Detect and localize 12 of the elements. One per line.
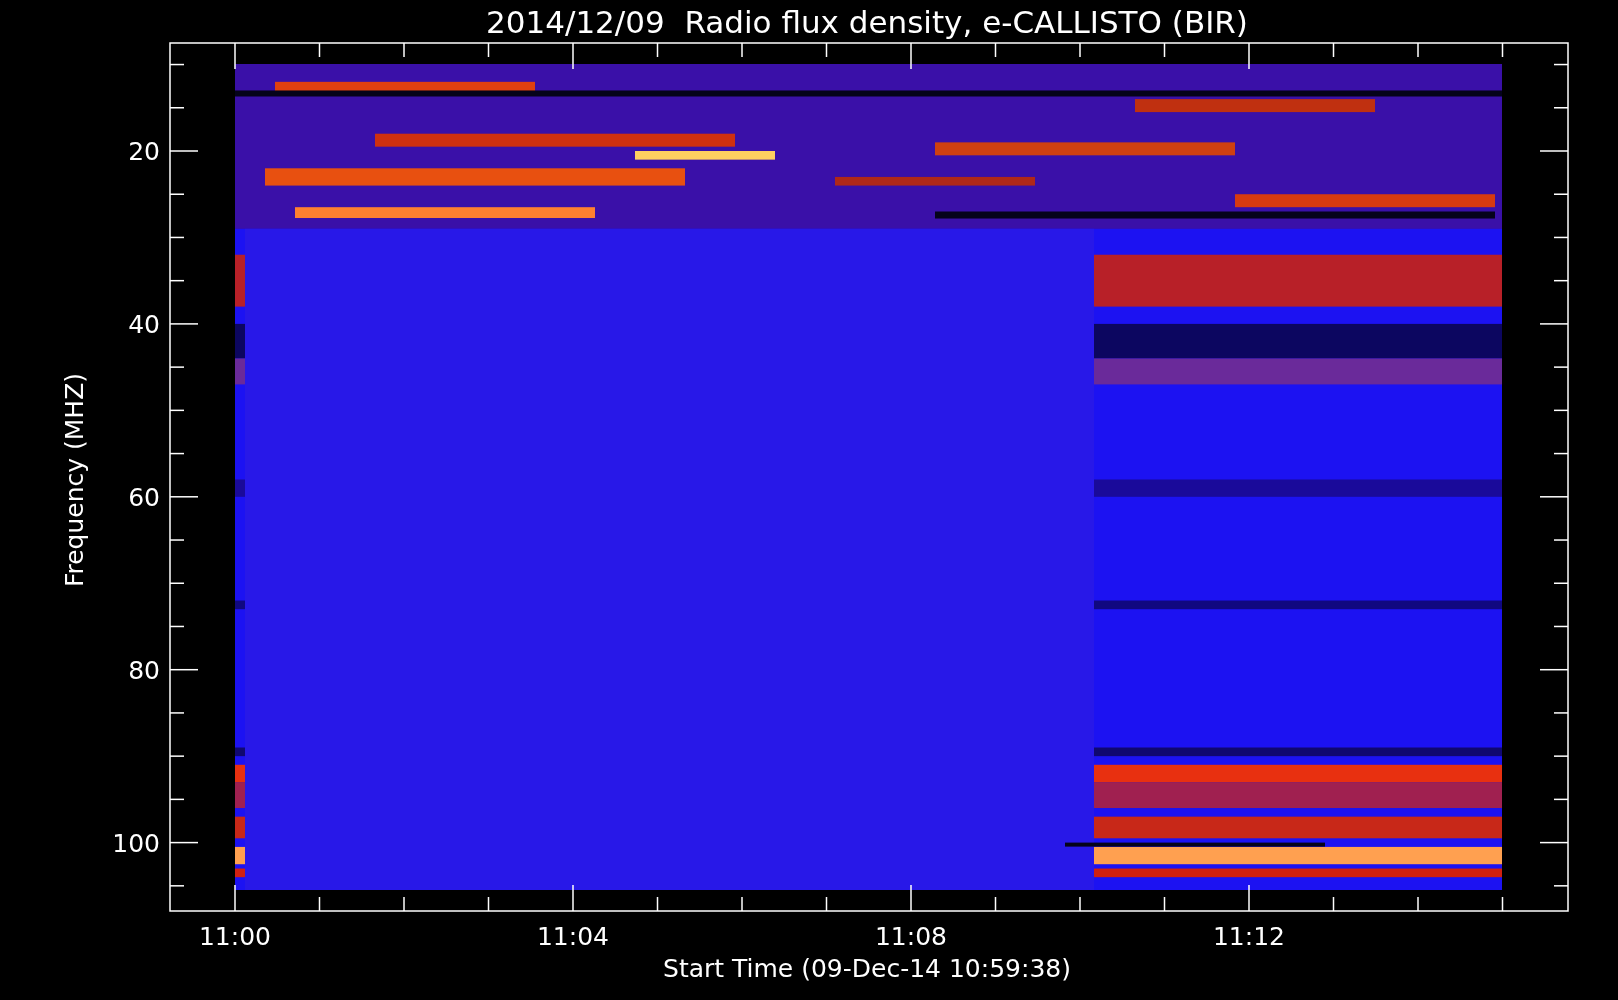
tick-label: 40 xyxy=(128,309,160,339)
tick-label: 20 xyxy=(128,137,160,166)
tick-label: 11:04 xyxy=(537,922,609,951)
tick-label: 11:08 xyxy=(875,922,947,951)
axis-label: Frequency (MHZ) xyxy=(60,372,89,588)
tick-label: 11:12 xyxy=(1213,922,1285,951)
tick-label: 11:00 xyxy=(199,922,271,951)
tick-label: 60 xyxy=(128,482,160,512)
tick-label: 80 xyxy=(128,655,160,685)
tick-label: 100 xyxy=(112,828,160,858)
chart-title: 2014/12/09 Radio flux density, e-CALLISTO (BIR) xyxy=(486,4,1248,40)
axis-label: Start Time (09-Dec-14 10:59:38) xyxy=(663,954,1071,983)
